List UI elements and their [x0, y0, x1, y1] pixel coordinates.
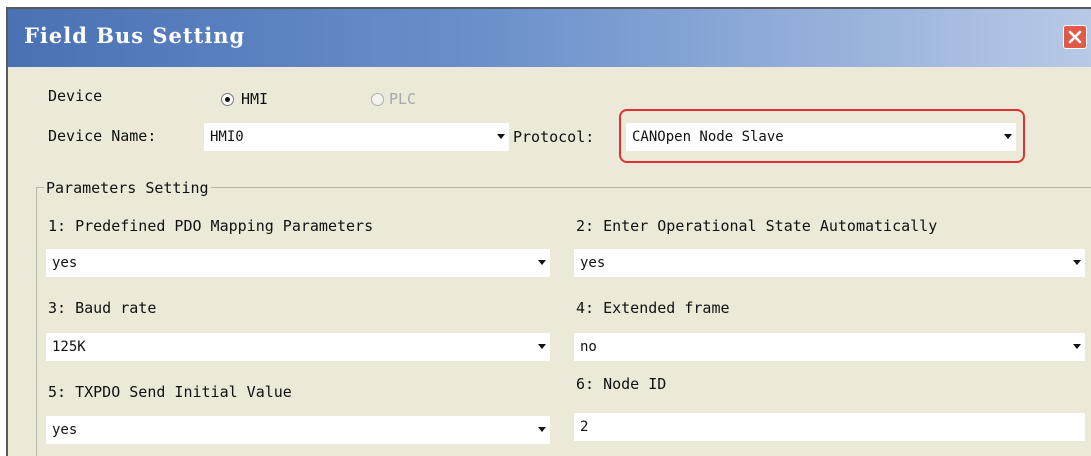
- dialog-title: Field Bus Setting: [24, 23, 246, 48]
- param-3-label: 3: Baud rate: [48, 299, 157, 317]
- param-2-label: 2: Enter Operational State Automatically: [576, 217, 938, 235]
- param-6-label: 6: Node ID: [576, 375, 667, 393]
- param-1-label: 1: Predefined PDO Mapping Parameters: [48, 217, 374, 235]
- node-id-value: 2: [580, 419, 589, 435]
- field-bus-setting-dialog: Field Bus Setting Device HMI PLC Device …: [6, 7, 1091, 456]
- dropdown-arrow-icon[interactable]: [497, 134, 505, 139]
- device-plc-label: PLC: [389, 90, 417, 108]
- device-name-label: Device Name:: [48, 127, 157, 145]
- param-5-label: 5: TXPDO Send Initial Value: [48, 383, 292, 401]
- close-x-icon: [1068, 30, 1082, 44]
- dropdown-arrow-icon[interactable]: [538, 260, 546, 265]
- dropdown-arrow-icon[interactable]: [538, 344, 546, 349]
- title-bar[interactable]: Field Bus Setting: [8, 9, 1091, 67]
- param-2-dropdown[interactable]: yes: [574, 249, 1085, 277]
- protocol-label: Protocol:: [513, 128, 595, 146]
- param-1-dropdown[interactable]: yes: [46, 249, 550, 277]
- param-1-value: yes: [52, 255, 78, 271]
- node-id-input[interactable]: 2: [574, 413, 1085, 441]
- dropdown-arrow-icon[interactable]: [1073, 260, 1081, 265]
- param-3-dropdown[interactable]: 125K: [46, 333, 550, 361]
- param-4-label: 4: Extended frame: [576, 299, 730, 317]
- param-5-dropdown[interactable]: yes: [46, 416, 550, 444]
- close-button[interactable]: [1063, 25, 1087, 49]
- device-hmi-radio[interactable]: [221, 93, 234, 106]
- parameters-group-label: Parameters Setting: [44, 179, 211, 197]
- radio-selected-dot: [225, 97, 230, 102]
- device-label: Device: [48, 87, 103, 105]
- device-name-value: HMI0: [210, 129, 244, 145]
- dropdown-arrow-icon[interactable]: [538, 427, 546, 432]
- protocol-highlight-box: [619, 109, 1025, 163]
- param-3-value: 125K: [52, 339, 86, 355]
- param-4-dropdown[interactable]: no: [574, 333, 1085, 361]
- dropdown-arrow-icon[interactable]: [1073, 344, 1081, 349]
- device-hmi-label[interactable]: HMI: [241, 90, 268, 108]
- device-name-dropdown[interactable]: HMI0: [204, 123, 509, 151]
- param-2-value: yes: [580, 255, 606, 271]
- param-4-value: no: [580, 339, 597, 355]
- param-5-value: yes: [52, 422, 78, 438]
- device-plc-radio[interactable]: [371, 93, 384, 106]
